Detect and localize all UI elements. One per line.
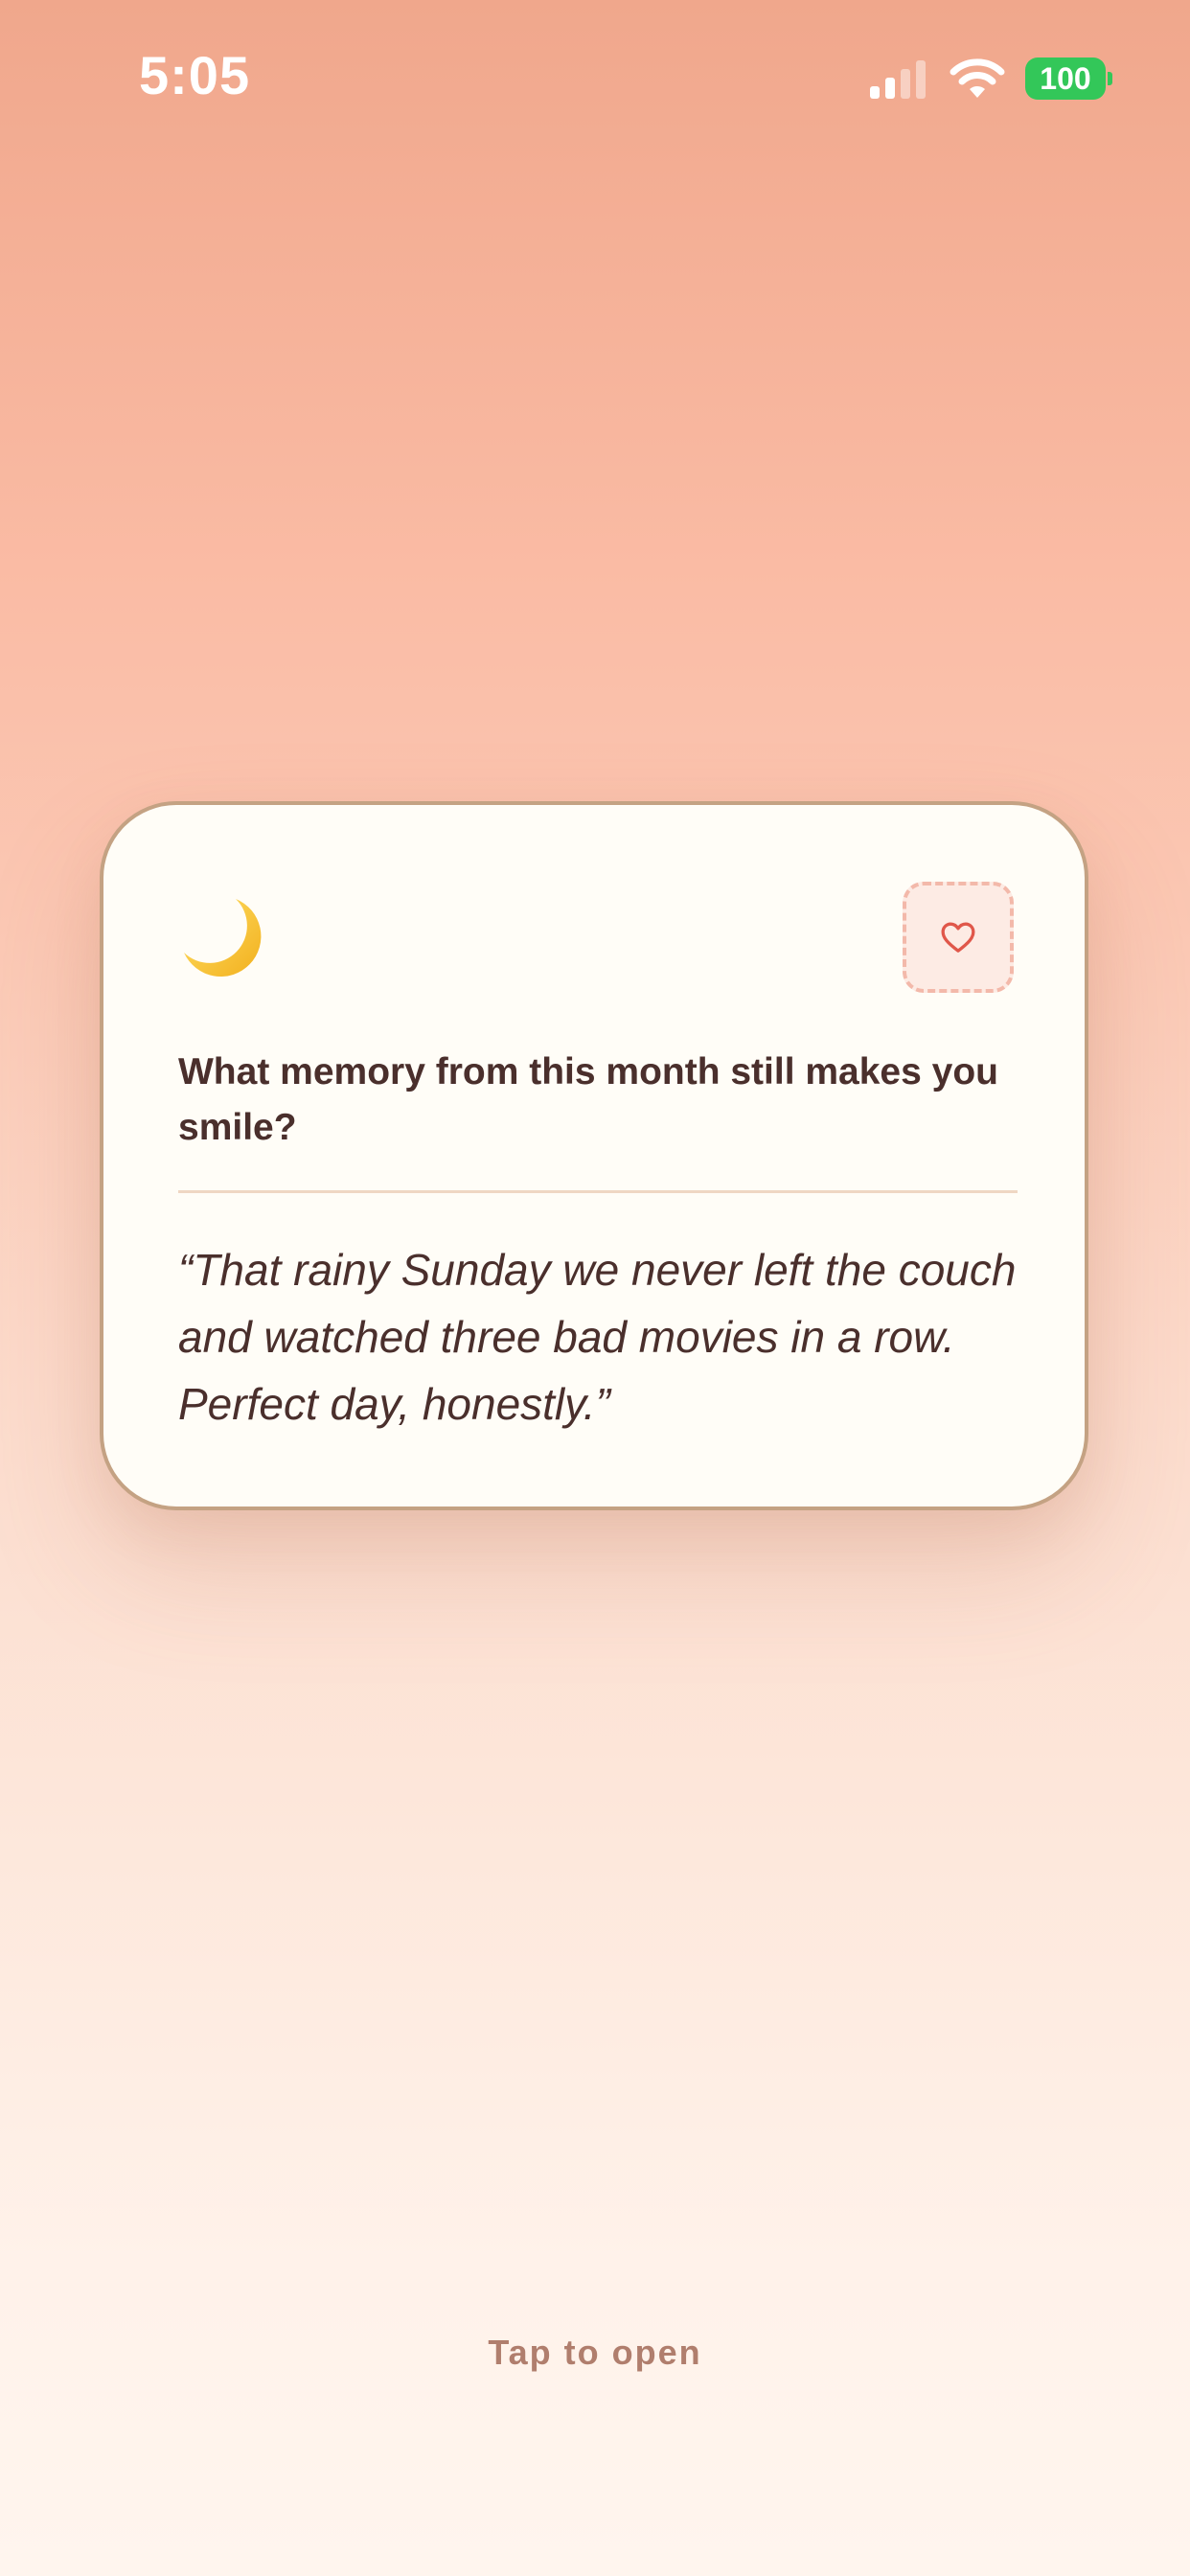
battery-indicator: 100 xyxy=(1025,58,1106,100)
battery-cap xyxy=(1108,72,1112,85)
tap-to-open-hint[interactable]: Tap to open xyxy=(0,2333,1190,2373)
favorite-button[interactable] xyxy=(903,882,1014,993)
memory-answer: “That rainy Sunday we never left the cou… xyxy=(178,1245,1017,1429)
status-bar: 5:05 100 xyxy=(0,0,1190,158)
status-time: 5:05 xyxy=(139,45,251,105)
memory-prompt: What memory from this month still makes … xyxy=(178,1051,998,1148)
heart-outline-icon xyxy=(941,922,975,953)
wifi-icon xyxy=(950,58,1005,98)
cellular-signal-icon xyxy=(870,60,926,99)
divider xyxy=(178,1190,1018,1193)
memory-card[interactable]: What memory from this month still makes … xyxy=(100,801,1088,1510)
battery-level: 100 xyxy=(1040,60,1091,96)
crescent-moon-icon xyxy=(184,899,262,977)
screen: 5:05 100 What memory from this month sti… xyxy=(0,0,1190,2576)
